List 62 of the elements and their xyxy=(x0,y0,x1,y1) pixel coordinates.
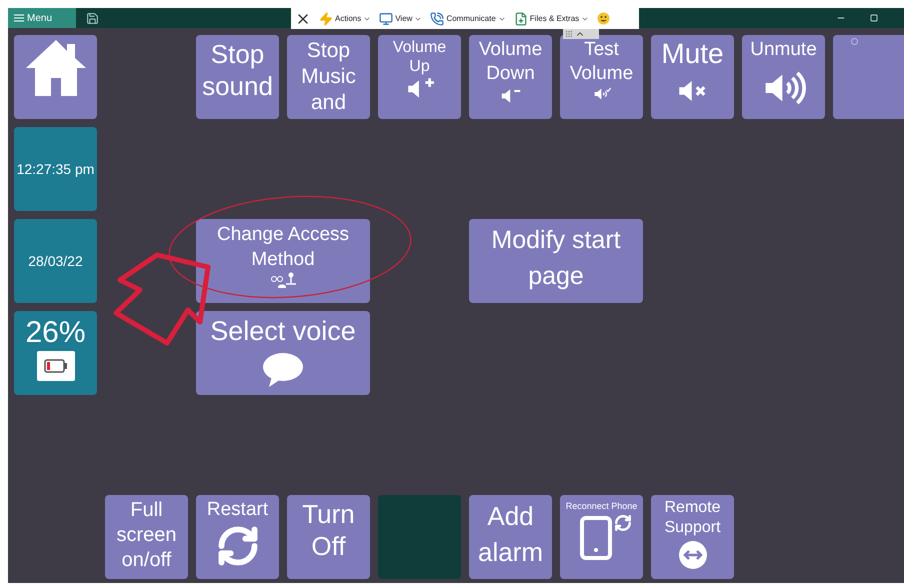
home-tile[interactable] xyxy=(14,35,97,119)
arrows-circle-icon xyxy=(678,540,708,570)
lightning-icon xyxy=(319,12,333,26)
speech-bubble-icon xyxy=(262,352,304,388)
grid-button[interactable]: Add alarm xyxy=(469,495,552,579)
info-text: 12:27:35 pm xyxy=(16,160,94,179)
button-label: Restart xyxy=(206,498,268,522)
voice-button[interactable]: Select voice xyxy=(196,311,370,395)
restart-button[interactable]: Restart xyxy=(196,495,279,579)
info-text: 28/03/22 xyxy=(28,252,83,270)
button-label: Turn Off xyxy=(301,498,356,562)
toolbar-handle[interactable] xyxy=(563,29,599,39)
grid-button[interactable]: Stop sound xyxy=(196,35,279,119)
button-label: Full screen on/off xyxy=(115,498,178,573)
volume-button[interactable]: Unmute xyxy=(742,35,825,119)
grid-button[interactable]: Stop Music and xyxy=(287,35,370,119)
maximize-icon[interactable] xyxy=(870,14,878,22)
refresh-icon xyxy=(614,514,632,532)
speaker-check-icon xyxy=(592,86,612,102)
button-label: Add alarm xyxy=(476,500,544,569)
button-label: Stop sound xyxy=(201,38,274,102)
menu-icon xyxy=(14,14,24,22)
toolbar-menu[interactable]: Files & Extras xyxy=(514,12,590,26)
grid-button[interactable]: Turn Off xyxy=(287,495,370,579)
volume-button[interactable]: Test Volume xyxy=(560,35,643,119)
button-label: Change Access Method xyxy=(216,223,350,272)
grid-button[interactable]: Full screen on/off xyxy=(105,495,188,579)
battery-icon xyxy=(36,351,74,381)
menu-button[interactable]: Menu xyxy=(8,8,76,28)
house-icon xyxy=(24,38,86,98)
volume-button[interactable]: Mute xyxy=(651,35,734,119)
button-label: Unmute xyxy=(750,38,817,62)
button-label: Volume Down xyxy=(478,38,544,86)
switch-joystick-icon xyxy=(269,272,297,288)
button-label: Reconnect Phone xyxy=(566,500,638,512)
smiley-icon[interactable] xyxy=(597,12,610,25)
button-label: Volume Up xyxy=(392,38,448,76)
dot-icon xyxy=(851,38,858,45)
blank-tile[interactable] xyxy=(833,35,904,119)
save-icon[interactable] xyxy=(86,12,99,24)
access-button[interactable]: Change Access Method xyxy=(196,219,370,303)
button-label: Select voice xyxy=(210,315,356,348)
refresh-icon xyxy=(216,524,260,568)
toolbar-menu[interactable]: View xyxy=(379,12,422,26)
grip-icon xyxy=(565,30,573,38)
button-label: Modify start page xyxy=(490,225,622,292)
monitor-icon xyxy=(379,12,394,26)
button-label: Mute xyxy=(661,38,724,70)
button-label: Test Volume xyxy=(568,38,634,86)
file-icon xyxy=(514,12,528,26)
reconnect-button[interactable]: Reconnect Phone xyxy=(560,495,643,579)
toolbar-menu[interactable]: Actions xyxy=(319,12,372,26)
empty-tile[interactable] xyxy=(378,495,461,579)
button-label: Stop Music and xyxy=(300,38,357,116)
volume-button[interactable]: Volume Up xyxy=(378,35,461,119)
remote-button[interactable]: Remote Support xyxy=(651,495,734,579)
battery-percent: 26% xyxy=(25,317,86,349)
button-label: Remote Support xyxy=(663,498,722,538)
toolbar-menu[interactable]: Communicate xyxy=(430,12,506,26)
phone-icon xyxy=(430,12,444,26)
volume-button[interactable]: Volume Down xyxy=(469,35,552,119)
grid-button[interactable]: Modify start page xyxy=(469,219,643,303)
